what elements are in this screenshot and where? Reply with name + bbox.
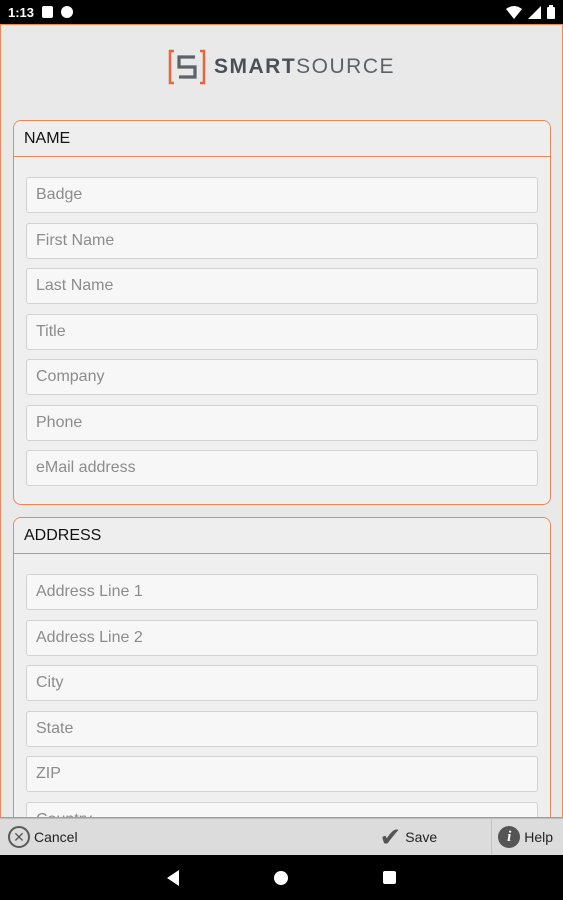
address-section: ADDRESS — [13, 517, 551, 817]
phone-input[interactable] — [26, 404, 538, 441]
name-section-title: NAME — [14, 121, 550, 157]
status-bar: 1:13 — [0, 0, 563, 24]
state-input[interactable] — [26, 710, 538, 747]
save-button[interactable]: ✔ Save — [379, 819, 491, 855]
wifi-icon — [506, 5, 522, 19]
sd-card-icon — [42, 6, 54, 18]
app-screen: SMARTSOURCE NAME ADDRESS — [0, 24, 563, 818]
help-label: Help — [524, 829, 553, 845]
name-section: NAME — [13, 120, 551, 505]
status-time: 1:13 — [8, 4, 35, 20]
country-input[interactable] — [26, 801, 538, 817]
company-input[interactable] — [26, 359, 538, 395]
address-line-1-input[interactable] — [26, 574, 538, 610]
first-name-input[interactable] — [26, 222, 538, 259]
battery-icon — [547, 5, 555, 19]
system-nav-bar — [0, 855, 563, 900]
checkmark-icon: ✔ — [379, 822, 402, 852]
last-name-input[interactable] — [26, 268, 538, 304]
info-icon: i — [498, 826, 521, 848]
nav-home-icon[interactable] — [273, 870, 288, 885]
brand-name-bold: SMART — [213, 55, 297, 78]
title-input[interactable] — [26, 313, 538, 350]
signal-icon — [528, 5, 541, 19]
save-label: Save — [405, 829, 438, 845]
smartsource-logo-icon — [168, 49, 206, 85]
cancel-button[interactable]: ✕ Cancel — [0, 819, 78, 855]
badge-input[interactable] — [26, 177, 538, 213]
help-button[interactable]: i Help — [491, 819, 563, 855]
city-input[interactable] — [26, 665, 538, 701]
address-section-title: ADDRESS — [14, 518, 550, 554]
logo: SMARTSOURCE — [1, 25, 562, 109]
brand-name-light: SOURCE — [296, 55, 396, 78]
email-input[interactable] — [26, 450, 538, 486]
bottom-action-bar: ✕ Cancel ✔ Save i Help — [0, 818, 563, 855]
nav-back-icon[interactable] — [167, 869, 180, 886]
nav-recents-icon[interactable] — [382, 871, 396, 884]
notification-icon — [61, 6, 74, 18]
address-line-2-input[interactable] — [26, 619, 538, 656]
zip-input[interactable] — [26, 756, 538, 792]
cancel-label: Cancel — [34, 829, 78, 845]
close-circle-icon: ✕ — [8, 826, 30, 848]
brand-name: SMARTSOURCE — [214, 55, 395, 79]
